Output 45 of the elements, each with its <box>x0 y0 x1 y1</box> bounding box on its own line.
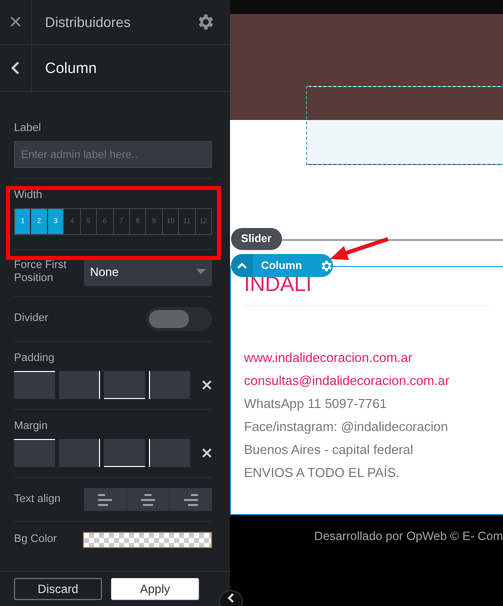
contact-text: WhatsApp 11 5097-7761 <box>244 395 387 413</box>
footer-text: Desarrollado por OpWeb © E- Com <box>314 529 503 544</box>
contact-text: Buenos Aires - capital federal <box>244 441 414 459</box>
field-label: Force First Position <box>14 258 68 286</box>
apply-button[interactable]: Apply <box>111 578 199 600</box>
panel-subtitle: Column <box>45 60 97 76</box>
field-label: Label <box>14 122 42 134</box>
margin-input[interactable] <box>149 439 190 467</box>
clear-icon[interactable] <box>202 380 212 390</box>
contact-text: ENVIOS A TODO EL PAÍS. <box>244 464 400 482</box>
slider-badge[interactable]: Slider <box>231 228 282 250</box>
divider-toggle[interactable] <box>146 307 212 331</box>
caret-icon <box>196 269 206 275</box>
padding-input[interactable] <box>14 371 56 399</box>
margin-input[interactable] <box>14 439 56 467</box>
align-right-icon <box>184 494 198 506</box>
field-label: Width <box>14 189 44 201</box>
position-select[interactable]: None <box>84 258 212 286</box>
field-label: Text align <box>14 492 62 506</box>
margin-input[interactable] <box>104 439 146 467</box>
align-center-icon <box>141 494 156 506</box>
column-toolbar[interactable]: Column <box>231 254 333 277</box>
contact-text: Face/instagram: @indalidecoracion <box>244 418 448 436</box>
panel-title: Distribuidores <box>45 14 132 30</box>
settings-icon[interactable] <box>318 258 333 272</box>
padding-input[interactable] <box>149 371 190 399</box>
field-label: Bg Color <box>14 533 58 547</box>
contact-link[interactable]: www.indalidecoracion.com.ar <box>244 346 412 369</box>
caret-icon[interactable] <box>231 254 253 277</box>
field-label: Margin <box>14 420 49 432</box>
contact-link[interactable]: consultas@indalidecoracion.com.ar <box>244 369 450 392</box>
column-label: Column <box>261 260 302 272</box>
label-input[interactable]: Enter admin label here.. <box>14 141 212 168</box>
padding-input[interactable] <box>104 371 146 399</box>
chevron-icon <box>227 593 235 603</box>
arrow-annotation <box>328 236 390 262</box>
color-picker[interactable] <box>83 532 212 548</box>
padding-input[interactable] <box>59 371 100 399</box>
clear-icon[interactable] <box>202 448 212 458</box>
field-label: Padding <box>14 352 56 364</box>
close-button[interactable]: × <box>0 0 32 44</box>
margin-input[interactable] <box>59 439 100 467</box>
field-label: Divider <box>14 312 50 326</box>
discard-button[interactable]: Discard <box>14 578 102 600</box>
align-left-icon <box>98 494 112 506</box>
